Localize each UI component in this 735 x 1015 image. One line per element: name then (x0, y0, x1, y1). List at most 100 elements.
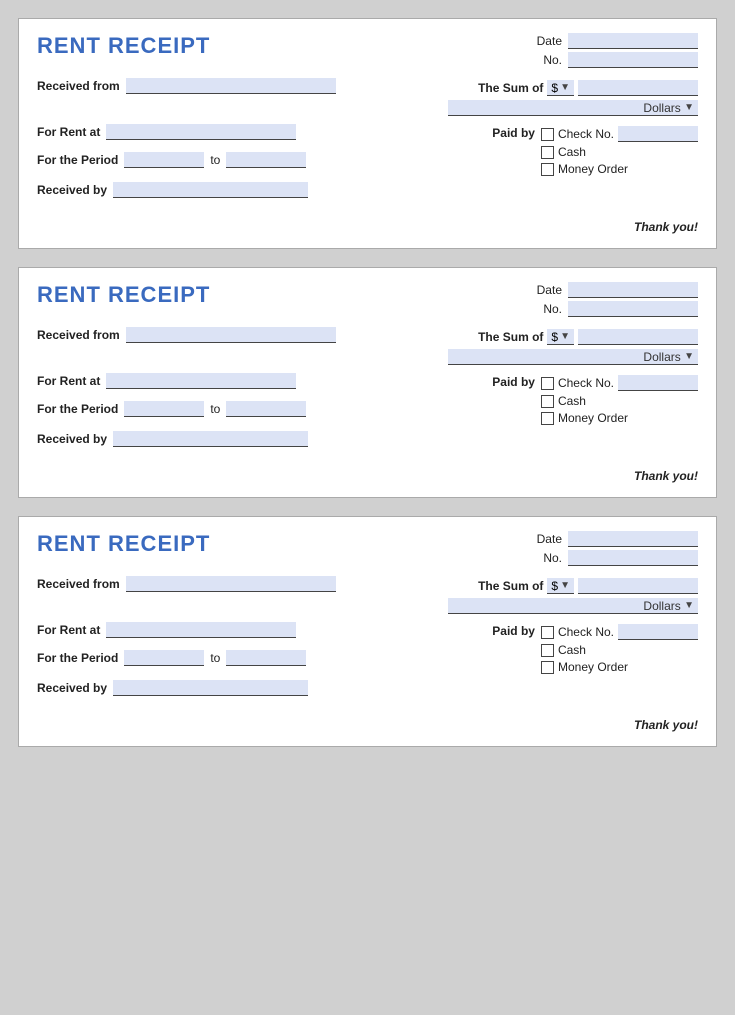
cash-checkbox-3[interactable] (541, 644, 554, 657)
check-no-checkbox-3[interactable] (541, 626, 554, 639)
money-order-checkbox-2[interactable] (541, 412, 554, 425)
receipt-title-1: RENT RECEIPT (37, 33, 210, 59)
no-label-1: No. (543, 53, 562, 67)
date-label-3: Date (537, 532, 562, 546)
paid-by-label-1: Paid by (492, 126, 535, 140)
for-rent-label-3: For Rent at (37, 623, 100, 637)
cash-label-2: Cash (558, 394, 586, 408)
for-rent-label-1: For Rent at (37, 125, 100, 139)
money-order-label-1: Money Order (558, 162, 628, 176)
period-to-input-2[interactable] (226, 401, 306, 417)
date-no-area-1: Date No. (537, 33, 698, 68)
to-label-1: to (210, 153, 220, 167)
period-from-input-2[interactable] (124, 401, 204, 417)
to-label-3: to (210, 651, 220, 665)
period-label-1: For the Period (37, 153, 118, 167)
period-to-input-1[interactable] (226, 152, 306, 168)
received-from-label-2: Received from (37, 328, 120, 342)
left-fields-1: For Rent at For the Period to (37, 124, 306, 176)
check-no-label-2: Check No. (558, 376, 614, 390)
check-no-checkbox-2[interactable] (541, 377, 554, 390)
sum-dollar-3[interactable]: $▼ (547, 578, 574, 594)
date-label-1: Date (537, 34, 562, 48)
for-rent-input-3[interactable] (106, 622, 296, 638)
period-to-input-3[interactable] (226, 650, 306, 666)
dollars-field-2[interactable]: Dollars ▼ (448, 349, 698, 365)
sum-input-3[interactable] (578, 578, 698, 594)
check-no-input-1[interactable] (618, 126, 698, 142)
sum-of-label-2: The Sum of (478, 330, 543, 344)
for-rent-label-2: For Rent at (37, 374, 100, 388)
no-input-2[interactable] (568, 301, 698, 317)
money-order-label-2: Money Order (558, 411, 628, 425)
right-fields-2: Paid by Check No. Cash Money Order (492, 375, 698, 425)
dollars-arrow-2: ▼ (684, 351, 694, 362)
received-from-input-1[interactable] (126, 78, 336, 94)
for-rent-input-2[interactable] (106, 373, 296, 389)
left-fields-2: For Rent at For the Period to (37, 373, 306, 425)
received-by-input-1[interactable] (113, 182, 308, 198)
to-label-2: to (210, 402, 220, 416)
dollars-field-3[interactable]: Dollars ▼ (448, 598, 698, 614)
period-label-2: For the Period (37, 402, 118, 416)
cash-label-1: Cash (558, 145, 586, 159)
check-no-label-1: Check No. (558, 127, 614, 141)
paid-by-label-3: Paid by (492, 624, 535, 638)
sum-input-2[interactable] (578, 329, 698, 345)
received-from-input-3[interactable] (126, 576, 336, 592)
right-fields-1: Paid by Check No. Cash Money Order (492, 126, 698, 176)
cash-label-3: Cash (558, 643, 586, 657)
date-input-3[interactable] (568, 531, 698, 547)
check-no-checkbox-1[interactable] (541, 128, 554, 141)
date-input-1[interactable] (568, 33, 698, 49)
received-by-input-2[interactable] (113, 431, 308, 447)
date-no-area-3: Date No. (537, 531, 698, 566)
receipt-2: RENT RECEIPT Date No. Received from The … (18, 267, 717, 498)
received-from-label-3: Received from (37, 577, 120, 591)
no-input-3[interactable] (568, 550, 698, 566)
dollars-label-1: Dollars (643, 101, 680, 115)
received-by-label-1: Received by (37, 183, 107, 197)
no-label-3: No. (543, 551, 562, 565)
date-input-2[interactable] (568, 282, 698, 298)
left-fields-3: For Rent at For the Period to (37, 622, 306, 674)
period-from-input-1[interactable] (124, 152, 204, 168)
check-no-input-2[interactable] (618, 375, 698, 391)
date-label-2: Date (537, 283, 562, 297)
no-label-2: No. (543, 302, 562, 316)
checkboxes-1: Check No. Cash Money Order (541, 126, 698, 176)
receipt-3: RENT RECEIPT Date No. Received from The … (18, 516, 717, 747)
sum-of-label-3: The Sum of (478, 579, 543, 593)
receipt-title-3: RENT RECEIPT (37, 531, 210, 557)
thank-you-2: Thank you! (634, 469, 698, 483)
cash-checkbox-2[interactable] (541, 395, 554, 408)
dollars-field-1[interactable]: Dollars ▼ (448, 100, 698, 116)
dollars-label-3: Dollars (643, 599, 680, 613)
period-label-3: For the Period (37, 651, 118, 665)
received-from-label-1: Received from (37, 79, 120, 93)
thank-you-1: Thank you! (634, 220, 698, 234)
sum-dollar-1[interactable]: $▼ (547, 80, 574, 96)
receipt-title-2: RENT RECEIPT (37, 282, 210, 308)
received-by-input-3[interactable] (113, 680, 308, 696)
paid-by-label-2: Paid by (492, 375, 535, 389)
thank-you-3: Thank you! (634, 718, 698, 732)
period-from-input-3[interactable] (124, 650, 204, 666)
sum-input-1[interactable] (578, 80, 698, 96)
sum-of-label-1: The Sum of (478, 81, 543, 95)
dollars-label-2: Dollars (643, 350, 680, 364)
money-order-checkbox-1[interactable] (541, 163, 554, 176)
sum-dollar-2[interactable]: $▼ (547, 329, 574, 345)
check-no-label-3: Check No. (558, 625, 614, 639)
cash-checkbox-1[interactable] (541, 146, 554, 159)
receipt-1: RENT RECEIPT Date No. Received from The … (18, 18, 717, 249)
checkboxes-3: Check No. Cash Money Order (541, 624, 698, 674)
no-input-1[interactable] (568, 52, 698, 68)
received-by-label-3: Received by (37, 681, 107, 695)
money-order-checkbox-3[interactable] (541, 661, 554, 674)
check-no-input-3[interactable] (618, 624, 698, 640)
for-rent-input-1[interactable] (106, 124, 296, 140)
received-from-input-2[interactable] (126, 327, 336, 343)
date-no-area-2: Date No. (537, 282, 698, 317)
money-order-label-3: Money Order (558, 660, 628, 674)
